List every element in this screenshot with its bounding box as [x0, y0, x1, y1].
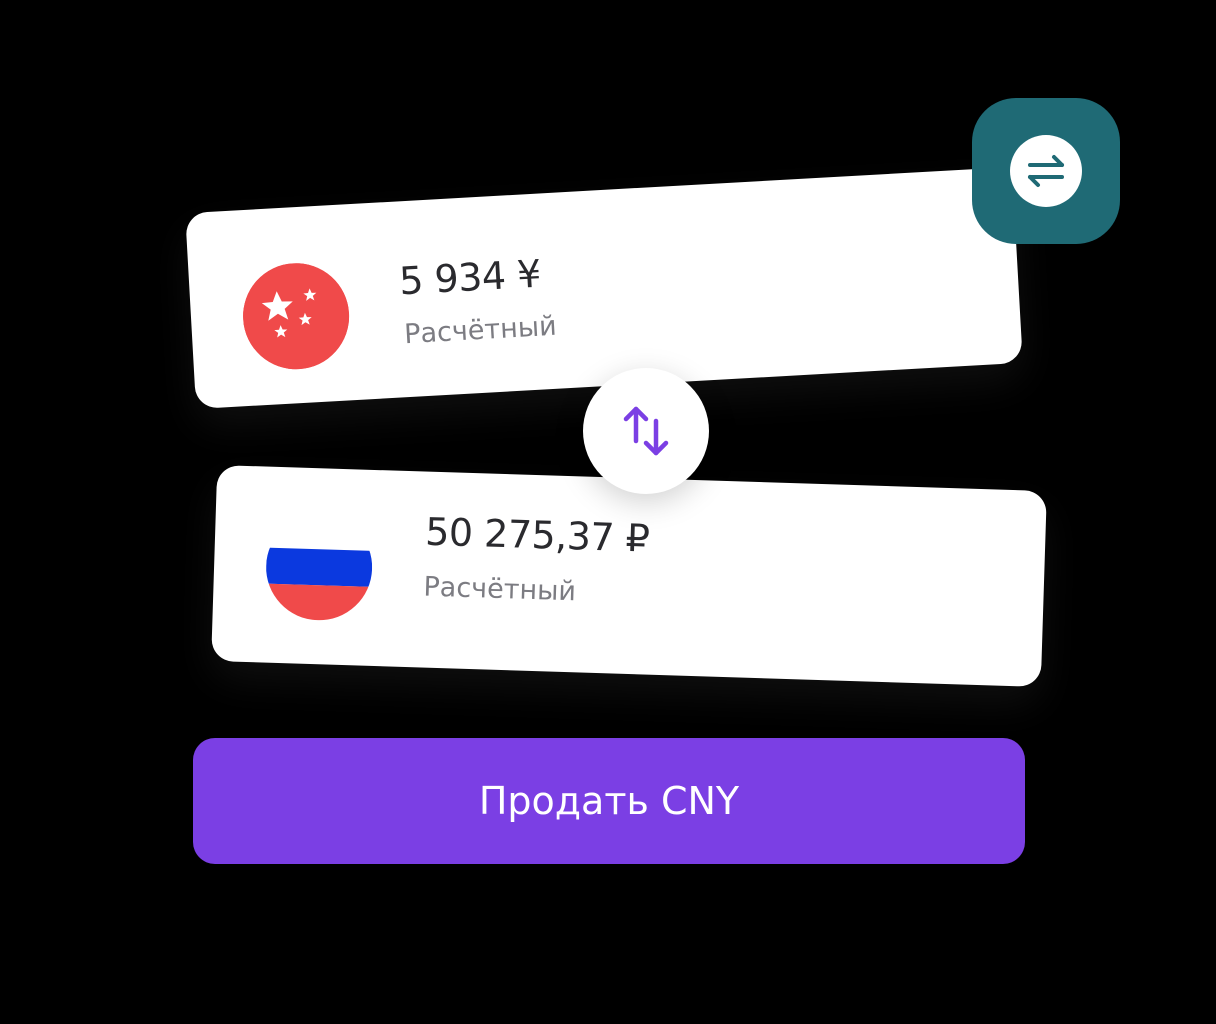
from-account-type: Расчётный — [403, 310, 558, 351]
to-account-type: Расчётный — [423, 571, 577, 608]
russia-flag-icon — [264, 512, 374, 622]
china-flag-icon — [240, 260, 352, 373]
swap-vertical-icon — [623, 406, 669, 456]
exchange-badge-circle — [1010, 135, 1082, 207]
swap-accounts-button[interactable] — [583, 368, 709, 494]
currency-exchange-stage: 5 934 ¥ Расчётный 50 275,37 ₽ Расчётный — [0, 0, 1216, 1024]
to-amount: 50 275,37 ₽ — [424, 509, 651, 561]
to-account-card[interactable]: 50 275,37 ₽ Расчётный — [211, 465, 1047, 687]
sell-cny-button[interactable]: Продать CNY — [193, 738, 1025, 864]
from-amount: 5 934 ¥ — [398, 251, 542, 304]
exchange-arrows-icon — [1028, 155, 1064, 187]
from-account-card[interactable]: 5 934 ¥ Расчётный — [185, 167, 1023, 409]
exchange-badge — [972, 98, 1120, 244]
